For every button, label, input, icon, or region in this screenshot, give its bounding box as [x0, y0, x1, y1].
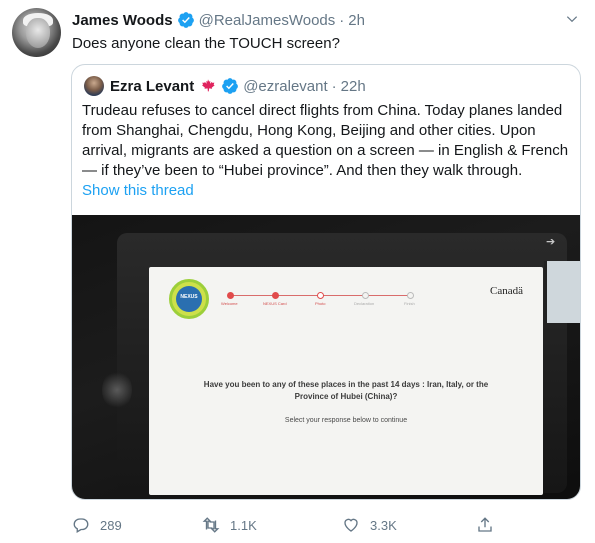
nexus-logo: NEXUS [169, 279, 209, 319]
step-label: Declaration [354, 301, 375, 306]
like-count: 3.3K [370, 517, 397, 533]
quoted-text-line: — if they’ve been to “Hubei province”. A… [82, 162, 523, 179]
quoted-author-avatar [84, 76, 104, 96]
quoted-tweet-header: Ezra Levant @ezralevant · 22h [84, 75, 366, 97]
author-avatar[interactable] [12, 8, 61, 57]
quoted-author-name: Ezra Levant [110, 77, 195, 95]
show-thread-link[interactable]: Show this thread [82, 182, 194, 199]
quoted-tweet-text: Trudeau refuses to cancel direct flights… [82, 101, 574, 181]
tweet-actions: 289 1.1K 3.3K [72, 514, 502, 536]
retweet-count: 1.1K [230, 517, 257, 533]
screen-question: Have you been to any of these places in … [149, 379, 543, 403]
quoted-header-separator: · [331, 77, 337, 95]
reply-count: 289 [100, 517, 122, 533]
quoted-text-line: from Shanghai, Chengdu, Hong Kong, Beiji… [82, 122, 536, 139]
tweet-text: Does anyone clean the TOUCH screen? [72, 35, 340, 52]
maple-leaf-icon [202, 79, 215, 92]
question-line: Province of Hubei (China)? [294, 392, 398, 401]
quoted-tweet[interactable]: Ezra Levant @ezralevant · 22h Trudeau re… [71, 64, 581, 500]
nexus-logo-text: NEXUS [180, 294, 198, 300]
author-name[interactable]: James Woods [72, 12, 173, 29]
step-label: Finish [404, 301, 415, 306]
quoted-tweet-timestamp: 22h [340, 77, 366, 95]
step-dot-current [317, 292, 324, 299]
reply-icon [73, 518, 89, 533]
question-line: Have you been to any of these places in … [203, 380, 489, 389]
step-label: NEXUS Card [263, 301, 287, 306]
quoted-text-line: Trudeau refuses to cancel direct flights… [82, 102, 563, 119]
screen-instruction: Select your response below to continue [284, 417, 408, 424]
step-dot [272, 292, 279, 299]
author-handle[interactable]: @RealJamesWoods [199, 12, 336, 29]
quoted-author-handle: @ezralevant [243, 77, 328, 95]
side-kiosk-screen [544, 261, 580, 323]
like-button[interactable]: 3.3K [342, 514, 397, 536]
tweet-header: James Woods @RealJamesWoods · 2h [72, 10, 365, 30]
tweet-timestamp[interactable]: 2h [348, 12, 365, 29]
tweet[interactable]: James Woods @RealJamesWoods · 2h Does an… [0, 0, 595, 543]
quoted-text-line: arrival, migrants are asked a question o… [82, 142, 569, 159]
quoted-tweet-photo[interactable]: ➔ NEXUS Welcome NEXUS Card Photo Declara… [72, 215, 580, 499]
reply-button[interactable]: 289 [72, 514, 122, 536]
verified-badge-icon [222, 78, 239, 94]
kiosk-light [102, 370, 132, 410]
step-dot [362, 292, 369, 299]
header-separator: · [339, 11, 345, 29]
share-button[interactable] [476, 514, 504, 536]
kiosk-screen: NEXUS Welcome NEXUS Card Photo Declarati… [149, 267, 543, 495]
progress-steps: Welcome NEXUS Card Photo Declaration Fin… [221, 292, 457, 306]
canada-wordmark: Canadä [490, 285, 523, 297]
retweet-button[interactable]: 1.1K [202, 514, 257, 536]
share-icon [478, 517, 492, 532]
verified-badge-icon [177, 12, 194, 28]
arrow-right-icon: ➔ [546, 236, 556, 248]
nexus-logo-inner: NEXUS [176, 286, 202, 312]
step-dot [407, 292, 414, 299]
heart-icon [344, 518, 358, 532]
step-label: Welcome [221, 301, 238, 306]
step-label: Photo [315, 301, 326, 306]
avatar-face [26, 18, 50, 48]
chevron-down-icon[interactable] [565, 12, 579, 26]
step-dot [227, 292, 234, 299]
retweet-icon [202, 517, 220, 533]
